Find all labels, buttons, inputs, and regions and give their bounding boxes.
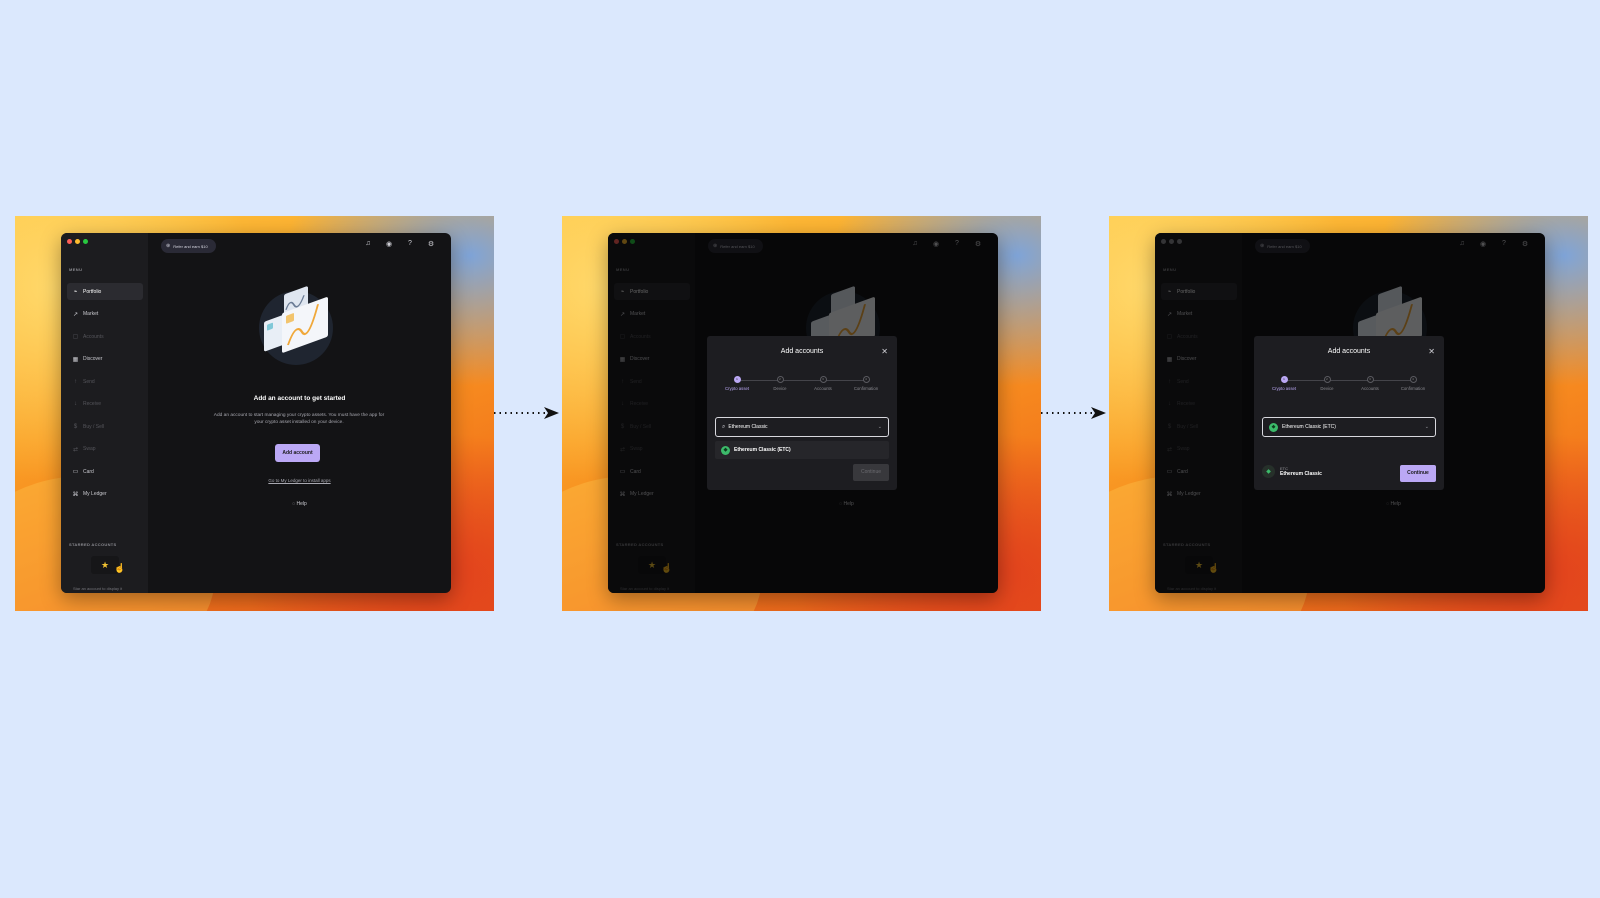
sidebar-item-portfolio[interactable]: ⌁Portfolio [67, 283, 143, 300]
settings-icon[interactable]: ⚙ [427, 240, 435, 248]
sidebar-item-discover[interactable]: ▦Discover [67, 351, 143, 368]
arrow-up-icon: ↑ [74, 378, 77, 385]
starred-accounts-label: STARRED ACCOUNTS [69, 542, 117, 547]
crypto-select[interactable]: ◆ Ethereum Classic (ETC) ⌄ [1262, 417, 1436, 437]
close-icon[interactable]: ✕ [1428, 347, 1435, 356]
flow-arrow [494, 407, 559, 419]
step-confirmation: 4 Confirmation [1400, 376, 1426, 391]
star-hint: Star an account to display it [73, 586, 123, 591]
add-accounts-modal: Add accounts ✕ 1 Crypto asset 2 Device 3 Ac… [1254, 336, 1444, 490]
sidebar-nav: ⌁Portfolio ↗Market ▢Accounts ▦Discover ↑… [67, 283, 143, 508]
continue-button[interactable]: Continue [853, 464, 889, 481]
help-icon[interactable]: ? [406, 240, 414, 248]
sidebar-item-market[interactable]: ↗Market [67, 306, 143, 323]
install-apps-link[interactable]: Go to My Ledger to install apps [148, 478, 451, 483]
chevron-down-icon: ⌄ [877, 424, 882, 430]
etc-coin-icon: ◆ [1262, 465, 1275, 478]
step-crypto-asset: 1 Crypto asset [724, 376, 750, 391]
stepper: 1 Crypto asset 2 Device 3 Accounts 4 Confirm… [1270, 376, 1428, 398]
arrow-down-icon: ↓ [74, 401, 77, 407]
accounts-illustration [259, 286, 333, 365]
step-accounts: 3 Accounts [814, 376, 832, 391]
wallet-icon: ▢ [72, 334, 79, 340]
sidebar-item-swap[interactable]: ⇄Swap [67, 441, 143, 458]
app-window: MENU ⌁Portfolio ↗Market ▢Accounts ▦Disco… [61, 233, 451, 593]
screen-step-1: MENU ⌁ Portfolio ↗ Market ▢ Accounts ▦ Disco… [15, 216, 494, 611]
add-account-button[interactable]: Add account [275, 444, 320, 462]
sidebar: MENU ⌁Portfolio ↗Market ▢Accounts ▦Disco… [61, 233, 148, 593]
top-icons: ♫ ◉ ? ⚙ [364, 240, 435, 248]
eye-icon[interactable]: ◉ [385, 240, 393, 248]
sidebar-item-buy-sell[interactable]: $Buy / Sell [67, 418, 143, 435]
trend-icon: ↗ [72, 311, 79, 318]
add-accounts-modal: Add accounts ✕ 1 Crypto asset 2 Device 3 Ac… [707, 336, 897, 490]
modal-title: Add accounts [1327, 348, 1371, 355]
swap-icon: ⇄ [72, 446, 79, 453]
window-controls[interactable] [67, 239, 88, 244]
stepper: 1 Crypto asset 2 Device 3 Accounts 4 Confirm… [723, 376, 881, 398]
flow-arrow [1041, 407, 1106, 419]
screen-step-2: MENU ⌁Portfolio ↗Market ▢Accounts ▦Disco… [562, 216, 1041, 611]
step-crypto-asset: 1 Crypto asset [1271, 376, 1297, 391]
app-window: MENU ⌁Portfolio ↗Market ▢Accounts ▦Disco… [608, 233, 998, 593]
search-icon: ⌕ [722, 423, 726, 430]
modal-title: Add accounts [780, 348, 824, 355]
gift-icon: ⊛ [166, 243, 171, 249]
sidebar-item-receive[interactable]: ↓Receive [67, 396, 143, 413]
dollar-icon: $ [73, 423, 78, 430]
close-icon[interactable]: ✕ [881, 347, 888, 356]
grid-icon: ▦ [72, 356, 79, 363]
crypto-search-input[interactable]: ⌕ Ethereum Classic ⌄ [715, 417, 889, 437]
screen-step-3: MENU ⌁Portfolio ↗Market ▢Accounts ▦Disco… [1109, 216, 1588, 611]
refer-button[interactable]: ⊛Refer and earn $10 [161, 239, 216, 253]
bell-icon[interactable]: ♫ [364, 240, 372, 248]
sidebar-item-accounts[interactable]: ▢Accounts [67, 328, 143, 345]
sidebar-item-send[interactable]: ↑Send [67, 373, 143, 390]
etc-coin-icon: ◆ [1269, 422, 1278, 432]
step-device: 2 Device [1320, 376, 1334, 391]
chart-icon: ⌁ [73, 289, 78, 295]
dropdown-option-etc[interactable]: ◆ Ethereum Classic (ETC) [715, 441, 889, 459]
sidebar-item-card[interactable]: ▭Card [67, 463, 143, 480]
empty-state-description: Add an account to start managing your cr… [213, 413, 385, 425]
step-accounts: 3 Accounts [1361, 376, 1379, 391]
pointer-cursor-icon: ☝ [114, 563, 126, 573]
chevron-down-icon: ⌄ [1424, 424, 1429, 430]
menu-label: MENU [69, 267, 83, 272]
sidebar-item-my-ledger[interactable]: ⌘My Ledger [67, 486, 143, 503]
asset-name: Ethereum Classic [1280, 471, 1322, 477]
continue-button[interactable]: Continue [1400, 465, 1436, 482]
etc-coin-icon: ◆ [721, 445, 730, 455]
empty-state-title: Add an account to get started [253, 395, 346, 402]
app-window: MENU ⌁Portfolio ↗Market ▢Accounts ▦Disco… [1155, 233, 1545, 593]
help-link[interactable]: ◌ Help [148, 501, 451, 507]
device-icon: ⌘ [72, 491, 79, 498]
step-confirmation: 4 Confirmation [853, 376, 879, 391]
step-device: 2 Device [773, 376, 787, 391]
selected-asset-summary: ◆ ETC Ethereum Classic [1262, 465, 1322, 478]
help-circle-icon: ◌ [292, 501, 296, 507]
card-icon: ▭ [72, 469, 79, 475]
